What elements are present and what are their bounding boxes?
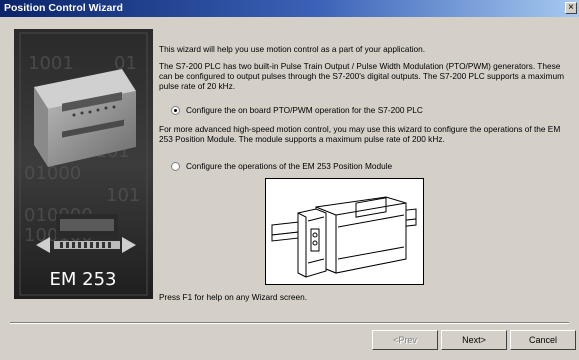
side-banner-graphic: 1001 01 1 0101 01000 101 010000 100100: [14, 29, 153, 299]
help-text: Press F1 for help on any Wizard screen.: [159, 292, 308, 302]
description-text: The S7-200 PLC has two built-in Pulse Tr…: [159, 61, 564, 91]
binary-text: 01000: [24, 163, 81, 184]
product-label: EM 253: [50, 269, 117, 290]
onboard-label[interactable]: Configure the on board PTO/PWM operation…: [186, 105, 423, 115]
advanced-text: For more advanced high-speed motion cont…: [159, 124, 561, 144]
side-banner: 1001 01 1 0101 01000 101 010000 100100: [14, 29, 153, 299]
em253-module-image: [265, 178, 424, 285]
wizard-body: 1001 01 1 0101 01000 101 010000 100100: [0, 17, 579, 360]
cancel-button[interactable]: Cancel: [510, 330, 576, 350]
next-label[interactable]: Next>: [462, 335, 486, 345]
cancel-label[interactable]: Cancel: [529, 335, 557, 345]
binary-text: 101: [106, 185, 140, 206]
option-em253[interactable]: Configure the operations of the EM 253 P…: [171, 161, 392, 171]
prev-label[interactable]: <Prev: [393, 335, 417, 345]
em253-radio[interactable]: [171, 161, 180, 171]
module-line-drawing: [271, 196, 417, 278]
wizard-content: This wizard will help you use motion con…: [159, 44, 574, 54]
close-icon[interactable]: ×: [568, 2, 574, 13]
prev-button[interactable]: <Prev: [372, 330, 438, 350]
intro-text: This wizard will help you use motion con…: [159, 44, 426, 54]
title-bar: Position Control Wizard ×: [0, 0, 579, 17]
em253-label[interactable]: Configure the operations of the EM 253 P…: [186, 161, 392, 171]
close-button[interactable]: ×: [565, 2, 577, 14]
onboard-radio[interactable]: [171, 105, 180, 115]
binary-text: 1001: [28, 53, 74, 74]
next-button[interactable]: Next>: [441, 330, 507, 350]
window-title: Position Control Wizard: [4, 2, 123, 14]
option-onboard[interactable]: Configure the on board PTO/PWM operation…: [171, 105, 423, 115]
help-hint: Press F1 for help on any Wizard screen.: [159, 292, 307, 302]
footer-separator: [10, 322, 569, 324]
